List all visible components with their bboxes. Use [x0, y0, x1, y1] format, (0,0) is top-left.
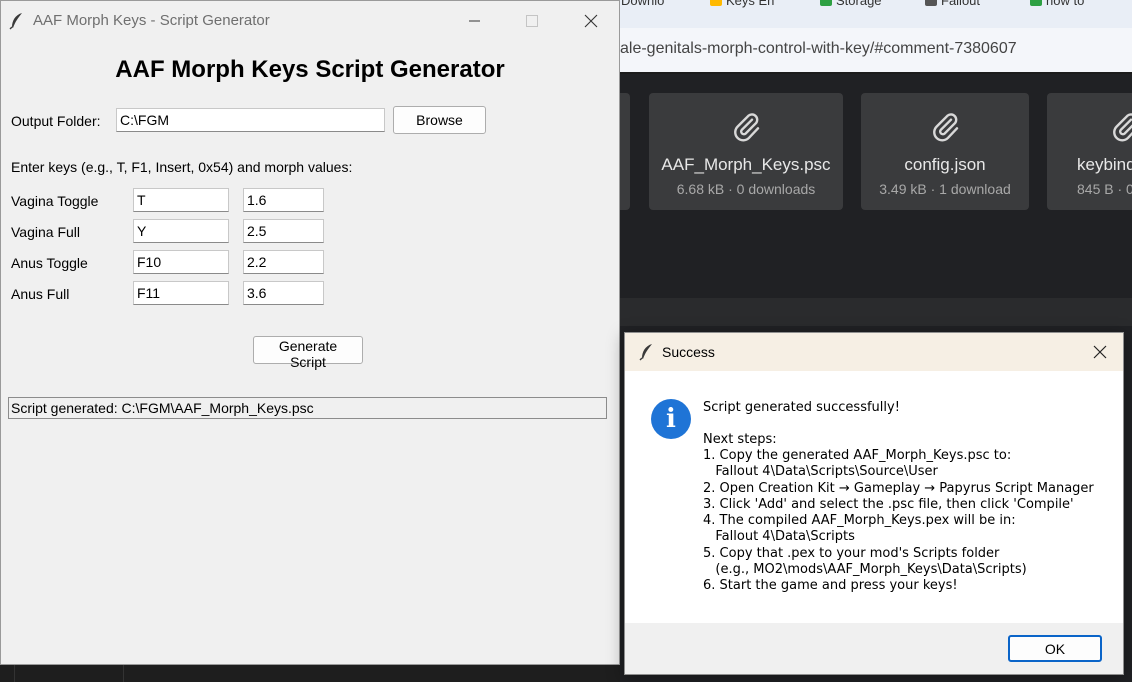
key-field-vagina-full[interactable]: Y: [133, 219, 229, 243]
browse-button[interactable]: Browse: [393, 106, 486, 134]
maximize-icon: [526, 15, 538, 27]
close-icon: [1093, 345, 1107, 359]
file-card[interactable]: AAF_Morph_Keys.psc 6.68 kB · 0 downloads: [649, 93, 843, 210]
output-folder-field[interactable]: C:\FGM: [116, 108, 385, 132]
row-label-vagina-toggle: Vagina Toggle: [11, 193, 99, 209]
app-heading: AAF Morph Keys Script Generator: [115, 56, 505, 83]
dialog-message-line: 3. Click 'Add' and select the .psc file,…: [703, 497, 1074, 512]
file-name: AAF_Morph_Keys.psc: [661, 155, 831, 174]
browser-tab-label: Storage: [836, 0, 882, 8]
browser-tab[interactable]: Fallout: [925, 0, 980, 8]
paperclip-icon: [1113, 113, 1132, 142]
file-name: config.json: [904, 155, 986, 174]
file-card[interactable]: config.json 3.49 kB · 1 download: [861, 93, 1029, 210]
paperclip-icon: [933, 113, 959, 142]
tab-favicon-icon: [710, 0, 722, 6]
dialog-message-line: 4. The compiled AAF_Morph_Keys.pex will …: [703, 513, 1016, 528]
tab-favicon-icon: [925, 0, 937, 6]
key-field-anus-full[interactable]: F11: [133, 281, 229, 305]
success-dialog: Success i Script generated successfully!…: [624, 332, 1124, 675]
file-name: keybind: [1077, 155, 1132, 174]
file-card[interactable]: keybind 845 B · 0 d: [1047, 93, 1132, 210]
dialog-close-button[interactable]: [1077, 333, 1123, 371]
info-icon: i: [651, 399, 691, 439]
value-field-vagina-full[interactable]: 2.5: [243, 219, 324, 243]
close-icon: [584, 14, 598, 28]
app-window: AAF Morph Keys - Script Generator AAF Mo…: [0, 0, 620, 665]
file-meta: 3.49 kB · 1 download: [879, 181, 1011, 197]
browser-tab[interactable]: Keys En: [710, 0, 774, 8]
value-field-anus-toggle[interactable]: 2.2: [243, 250, 324, 274]
value-field-vagina-toggle[interactable]: 1.6: [243, 188, 324, 212]
app-title-bar[interactable]: AAF Morph Keys - Script Generator: [1, 1, 619, 41]
dialog-title: Success: [662, 344, 715, 360]
key-field-anus-toggle[interactable]: F10: [133, 250, 229, 274]
dialog-message-line: Script generated successfully!: [703, 400, 900, 415]
dialog-message-line: 1. Copy the generated AAF_Morph_Keys.psc…: [703, 448, 1012, 463]
browser-tab-label: Fallout: [941, 0, 981, 8]
tab-favicon-icon: [1030, 0, 1042, 6]
dialog-message-line: Fallout 4\Data\Scripts: [703, 529, 855, 544]
value-field-anus-full[interactable]: 3.6: [243, 281, 324, 305]
tab-favicon-icon: [820, 0, 832, 6]
taskbar-strip: [0, 665, 620, 682]
file-meta: 845 B · 0 d: [1077, 181, 1132, 197]
close-button[interactable]: [567, 1, 613, 41]
key-field-vagina-toggle[interactable]: T: [133, 188, 229, 212]
dialog-message-line: (e.g., MO2\mods\AAF_Morph_Keys\Data\Scri…: [703, 562, 1027, 577]
dialog-message-line: Fallout 4\Data\Scripts\Source\User: [703, 464, 938, 479]
ok-button[interactable]: OK: [1008, 635, 1102, 662]
window-title: AAF Morph Keys - Script Generator: [33, 12, 270, 29]
dialog-message-line: Next steps:: [703, 432, 777, 447]
dialog-title-bar[interactable]: Success: [625, 333, 1123, 371]
row-label-anus-full: Anus Full: [11, 286, 70, 302]
browser-section-divider: [620, 298, 1132, 326]
status-label: Script generated: C:\FGM\AAF_Morph_Keys.…: [8, 397, 607, 419]
maximize-button[interactable]: [508, 1, 554, 41]
dialog-message-line: 6. Start the game and press your keys!: [703, 578, 958, 593]
minimize-button[interactable]: [451, 1, 497, 41]
browser-tab-label: Keys En: [726, 0, 775, 8]
browser-tab[interactable]: how to: [1030, 0, 1084, 8]
row-label-vagina-full: Vagina Full: [11, 224, 81, 240]
feather-icon: [639, 344, 652, 361]
browser-tab-label: how to: [1046, 0, 1085, 8]
output-folder-label: Output Folder:: [11, 113, 101, 129]
paperclip-icon: [734, 113, 760, 142]
instructions-label: Enter keys (e.g., T, F1, Insert, 0x54) a…: [11, 159, 353, 175]
feather-icon: [9, 13, 22, 30]
generate-script-button[interactable]: Generate Script: [253, 336, 363, 370]
minimize-icon: [469, 20, 480, 22]
browser-url[interactable]: ale-genitals-morph-control-with-key/#com…: [620, 40, 1017, 58]
dialog-message-line: 5. Copy that .pex to your mod's Scripts …: [703, 546, 1000, 561]
browser-tab[interactable]: Storage: [820, 0, 882, 8]
browser-tab-label: Downlo: [621, 0, 665, 8]
file-meta: 6.68 kB · 0 downloads: [676, 181, 816, 197]
dialog-message-line: 2. Open Creation Kit → Gameplay → Papyru…: [703, 481, 1094, 496]
row-label-anus-toggle: Anus Toggle: [11, 255, 88, 271]
